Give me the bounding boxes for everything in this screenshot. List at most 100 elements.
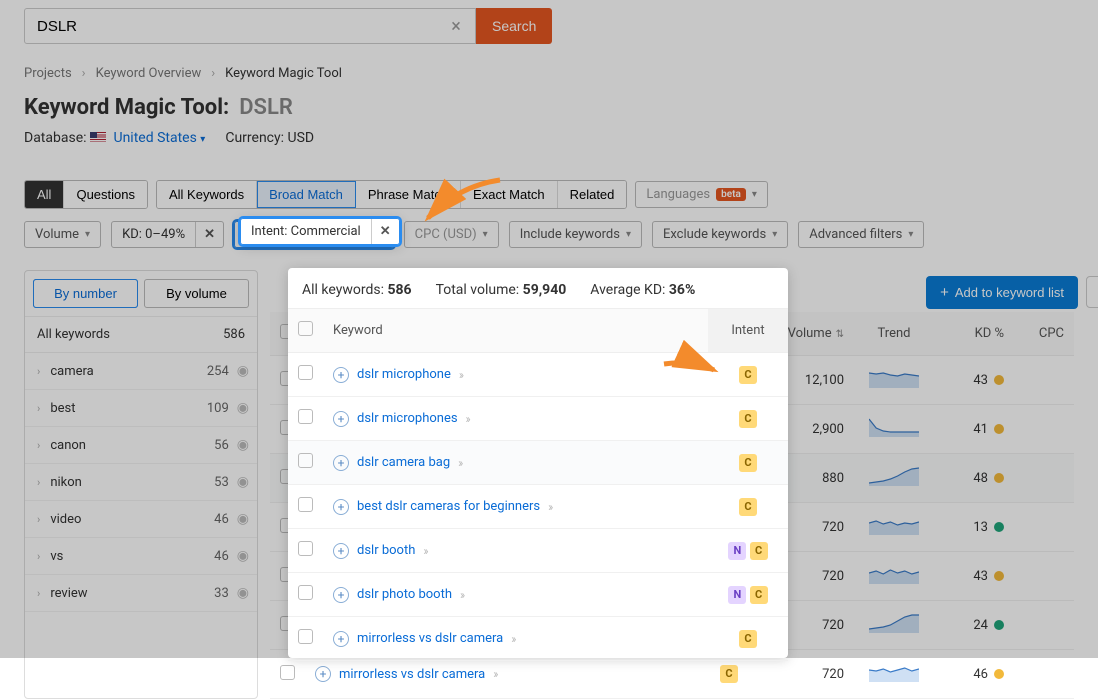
cell-kd: 41 xyxy=(934,405,1014,454)
checkbox[interactable] xyxy=(298,585,313,600)
filter-chip-kd[interactable]: KD: 0–49%✕ xyxy=(111,221,224,248)
col-trend[interactable]: Trend xyxy=(854,312,934,356)
seg-broad[interactable]: Broad Match xyxy=(257,181,356,208)
eye-icon[interactable]: ◉ xyxy=(237,585,249,601)
eye-icon[interactable]: ◉ xyxy=(237,511,249,527)
eye-icon[interactable]: ◉ xyxy=(237,474,249,490)
table-row: +dslr camera bag››C xyxy=(288,441,788,485)
eye-icon[interactable]: ◉ xyxy=(237,437,249,453)
beta-badge: beta xyxy=(716,188,746,201)
sidebar-item[interactable]: ›review33◉ xyxy=(25,575,257,612)
col-kd[interactable]: KD % xyxy=(934,312,1014,356)
plus-circle-icon[interactable]: + xyxy=(333,411,349,427)
cell-trend xyxy=(854,356,934,405)
cell-trend xyxy=(854,601,934,650)
sidebar-tab-volume[interactable]: By volume xyxy=(144,279,249,308)
keyword-link[interactable]: best dslr cameras for beginners xyxy=(357,499,540,514)
database-label: Database: xyxy=(24,130,87,146)
sidebar-item[interactable]: ›best109◉ xyxy=(25,390,257,427)
filter-cpc[interactable]: CPC (USD)▾ xyxy=(404,221,499,248)
database-country[interactable]: United States ▾ xyxy=(113,130,205,146)
sidebar-item-label: vs xyxy=(50,549,214,564)
filter-volume[interactable]: Volume▾ xyxy=(24,221,101,248)
sidebar-tab-number[interactable]: By number xyxy=(33,279,138,308)
filter-include[interactable]: Include keywords▾ xyxy=(509,221,642,248)
seg-exact[interactable]: Exact Match xyxy=(461,181,558,208)
table-row: +dslr microphones››C xyxy=(288,397,788,441)
checkbox[interactable] xyxy=(298,497,313,512)
col-intent[interactable]: Intent xyxy=(708,309,788,353)
breadcrumb: Projects › Keyword Overview › Keyword Ma… xyxy=(24,66,1074,81)
checkbox[interactable] xyxy=(298,629,313,644)
currency-label: Currency: USD xyxy=(225,130,314,146)
search-input[interactable] xyxy=(24,8,476,44)
col-keyword[interactable]: Keyword xyxy=(323,309,708,353)
sort-desc-icon: ⇅ xyxy=(836,329,844,340)
col-cpc[interactable]: CPC xyxy=(1014,312,1074,356)
eye-icon[interactable]: ◉ xyxy=(237,400,249,416)
plus-circle-icon[interactable]: + xyxy=(333,455,349,471)
sidebar-item-label: nikon xyxy=(50,475,214,490)
refresh-button[interactable] xyxy=(1086,276,1098,308)
filter-exclude[interactable]: Exclude keywords▾ xyxy=(652,221,788,248)
checkbox[interactable] xyxy=(298,365,313,380)
sidebar-item-count: 46 xyxy=(214,512,229,527)
chevron-down-icon: ▾ xyxy=(483,229,488,240)
seg-allkw[interactable]: All Keywords xyxy=(157,181,257,208)
sidebar-item-label: review xyxy=(50,586,214,601)
checkbox-all[interactable] xyxy=(298,321,313,336)
seg-questions[interactable]: Questions xyxy=(64,181,147,208)
chevron-double-right-icon: ›› xyxy=(423,544,426,558)
sidebar-item[interactable]: ›nikon53◉ xyxy=(25,464,257,501)
sidebar-item[interactable]: ›video46◉ xyxy=(25,501,257,538)
chevron-double-right-icon: ›› xyxy=(458,456,461,470)
chevron-double-right-icon: ›› xyxy=(548,500,551,514)
checkbox[interactable] xyxy=(298,541,313,556)
sidebar-item-label: best xyxy=(50,401,207,416)
flag-us-icon xyxy=(90,132,106,143)
chevron-double-right-icon: ›› xyxy=(493,667,496,681)
cell-kd: 43 xyxy=(934,552,1014,601)
chevron-right-icon: › xyxy=(37,439,40,452)
checkbox[interactable] xyxy=(298,453,313,468)
keyword-link[interactable]: dslr booth xyxy=(357,543,415,558)
search-button[interactable]: Search xyxy=(476,8,552,44)
plus-circle-icon[interactable]: + xyxy=(333,543,349,559)
intent-badge-n: N xyxy=(728,542,746,560)
eye-icon[interactable]: ◉ xyxy=(237,548,249,564)
languages-dropdown[interactable]: Languages beta ▾ xyxy=(635,181,767,208)
keyword-link[interactable]: dslr microphone xyxy=(357,367,451,382)
plus-circle-icon[interactable]: + xyxy=(315,666,331,682)
keyword-link[interactable]: dslr camera bag xyxy=(357,455,450,470)
clear-icon[interactable]: × xyxy=(446,16,466,37)
checkbox[interactable] xyxy=(298,409,313,424)
cell-kd: 46 xyxy=(934,650,1014,699)
sidebar-item[interactable]: ›canon56◉ xyxy=(25,427,257,464)
sidebar-item[interactable]: ›vs46◉ xyxy=(25,538,257,575)
close-icon[interactable]: ✕ xyxy=(195,222,223,247)
sidebar-all-label[interactable]: All keywords xyxy=(37,327,110,342)
chevron-down-icon: ▾ xyxy=(752,189,757,200)
filter-advanced[interactable]: Advanced filters▾ xyxy=(798,221,924,248)
keyword-link[interactable]: mirrorless vs dslr camera xyxy=(357,631,503,646)
eye-icon[interactable]: ◉ xyxy=(237,363,249,379)
plus-circle-icon[interactable]: + xyxy=(333,367,349,383)
keyword-link[interactable]: mirrorless vs dslr camera xyxy=(339,667,485,682)
plus-circle-icon[interactable]: + xyxy=(333,499,349,515)
filter-chip-intent-highlighted[interactable]: Intent: Commercial✕ xyxy=(240,218,400,245)
keyword-link[interactable]: dslr microphones xyxy=(357,411,458,426)
table-row: +dslr photo booth››N C xyxy=(288,573,788,617)
keyword-link[interactable]: dslr photo booth xyxy=(357,587,452,602)
seg-all[interactable]: All xyxy=(25,181,64,208)
close-icon[interactable]: ✕ xyxy=(371,219,399,244)
plus-circle-icon[interactable]: + xyxy=(333,587,349,603)
add-to-keyword-list-button[interactable]: +Add to keyword list xyxy=(926,276,1078,309)
breadcrumb-item[interactable]: Keyword Overview xyxy=(96,66,202,81)
intent-badge-c: C xyxy=(720,665,738,683)
checkbox[interactable] xyxy=(280,665,295,680)
seg-phrase[interactable]: Phrase Match xyxy=(356,181,461,208)
plus-circle-icon[interactable]: + xyxy=(333,631,349,647)
seg-related[interactable]: Related xyxy=(558,181,627,208)
sidebar-item[interactable]: ›camera254◉ xyxy=(25,353,257,390)
breadcrumb-item[interactable]: Projects xyxy=(24,66,72,81)
